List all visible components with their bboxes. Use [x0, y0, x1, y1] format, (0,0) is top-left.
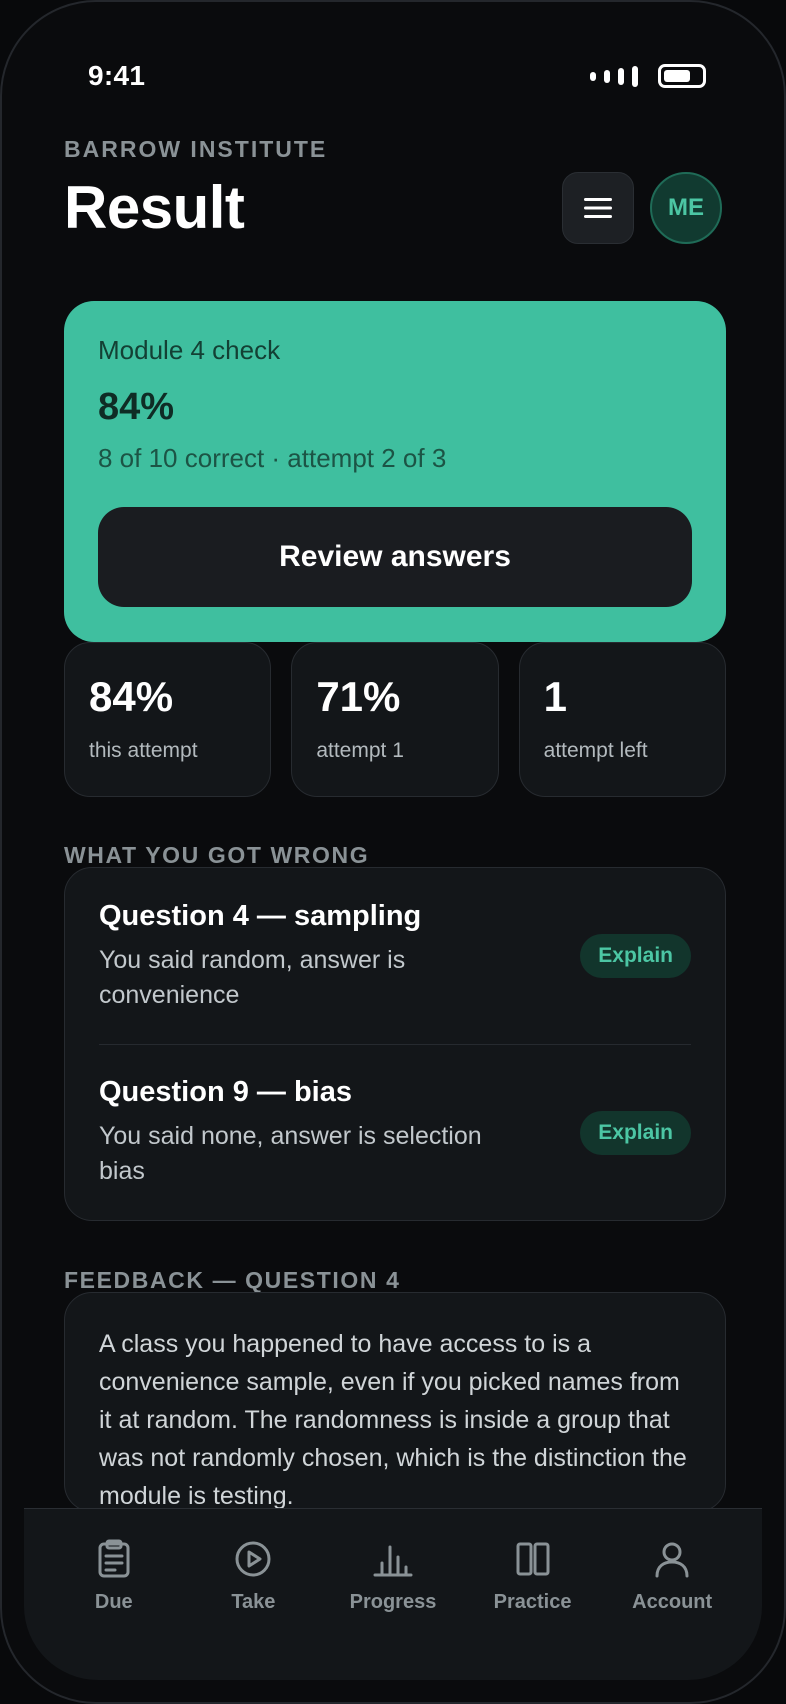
- phone-screen: 9:41 BARROW INSTITUTE Result ME Module 4…: [0, 0, 786, 1704]
- avatar[interactable]: ME: [650, 172, 722, 244]
- result-module-title: Module 4 check: [98, 335, 281, 365]
- explain-button[interactable]: Explain: [580, 1110, 691, 1155]
- stat-value: 84%: [89, 673, 174, 720]
- wrong-item-text: Question 4 — sampling You said random, a…: [99, 900, 519, 1013]
- tab-label: Account: [632, 1591, 713, 1613]
- tab-label: Due: [94, 1591, 133, 1613]
- user-icon: [655, 1542, 689, 1578]
- stat-this-attempt: 84% this attempt: [64, 642, 272, 797]
- result-summary: 8 of 10 correct · attempt 2 of 3: [98, 443, 447, 473]
- question-title: Question 9 — bias: [99, 1076, 352, 1108]
- list-item: Question 9 — bias You said none, answer …: [99, 1044, 691, 1220]
- tab-practice[interactable]: Practice: [463, 1539, 603, 1680]
- tab-take[interactable]: Take: [184, 1539, 324, 1680]
- tab-due[interactable]: Due: [44, 1539, 184, 1680]
- stats-row: 84% this attempt 71% attempt 1 1 attempt…: [64, 642, 726, 797]
- status-bar: 9:41: [88, 58, 706, 94]
- tab-progress[interactable]: Progress: [323, 1539, 463, 1680]
- battery-icon: [658, 64, 706, 88]
- wrong-item-text: Question 9 — bias You said none, answer …: [99, 1076, 519, 1189]
- list-item: Question 4 — sampling You said random, a…: [99, 868, 691, 1044]
- institution-name: BARROW INSTITUTE: [64, 136, 328, 162]
- feedback-card: A class you happened to have access to i…: [64, 1292, 726, 1512]
- signal-icon: [590, 65, 638, 87]
- header-actions: ME: [562, 172, 722, 244]
- stat-label: attempt 1: [316, 739, 404, 762]
- tab-label: Progress: [349, 1591, 437, 1613]
- tab-account[interactable]: Account: [602, 1539, 742, 1680]
- result-score: 84%: [98, 386, 175, 428]
- stat-label: attempt left: [543, 739, 648, 762]
- menu-icon: [584, 198, 612, 218]
- stat-label: this attempt: [89, 739, 198, 762]
- question-detail: You said random, answer is convenience: [99, 945, 406, 1009]
- tab-label: Practice: [493, 1591, 572, 1613]
- page-header: BARROW INSTITUTE Result ME: [64, 136, 722, 246]
- result-card: Module 4 check 84% 8 of 10 correct · att…: [64, 301, 726, 642]
- columns-icon: [516, 1542, 550, 1576]
- feedback-section-label: FEEDBACK — QUESTION 4: [64, 1267, 401, 1293]
- feedback-text: A class you happened to have access to i…: [99, 1330, 687, 1510]
- stat-value: 1: [543, 673, 568, 720]
- stat-value: 71%: [316, 673, 401, 720]
- question-title: Question 4 — sampling: [99, 899, 422, 932]
- clipboard-icon: [98, 1539, 130, 1578]
- explain-button[interactable]: Explain: [580, 934, 691, 978]
- stat-attempt-1: 71% attempt 1: [291, 642, 499, 797]
- tab-label: Take: [231, 1591, 276, 1613]
- play-circle-icon: [235, 1541, 271, 1577]
- question-detail: You said none, answer is selection bias: [99, 1122, 482, 1185]
- status-time: 9:41: [88, 60, 146, 91]
- status-indicators: [590, 64, 706, 88]
- review-answers-button[interactable]: Review answers: [98, 507, 692, 607]
- wrong-answers-list: Question 4 — sampling You said random, a…: [64, 867, 726, 1221]
- wrong-section-label: WHAT YOU GOT WRONG: [64, 842, 370, 868]
- menu-button[interactable]: [562, 172, 634, 244]
- bar-chart-icon: [373, 1545, 413, 1577]
- stat-attempts-left: 1 attempt left: [518, 642, 726, 797]
- tab-bar: Due Take Progress Practice Account: [24, 1508, 762, 1680]
